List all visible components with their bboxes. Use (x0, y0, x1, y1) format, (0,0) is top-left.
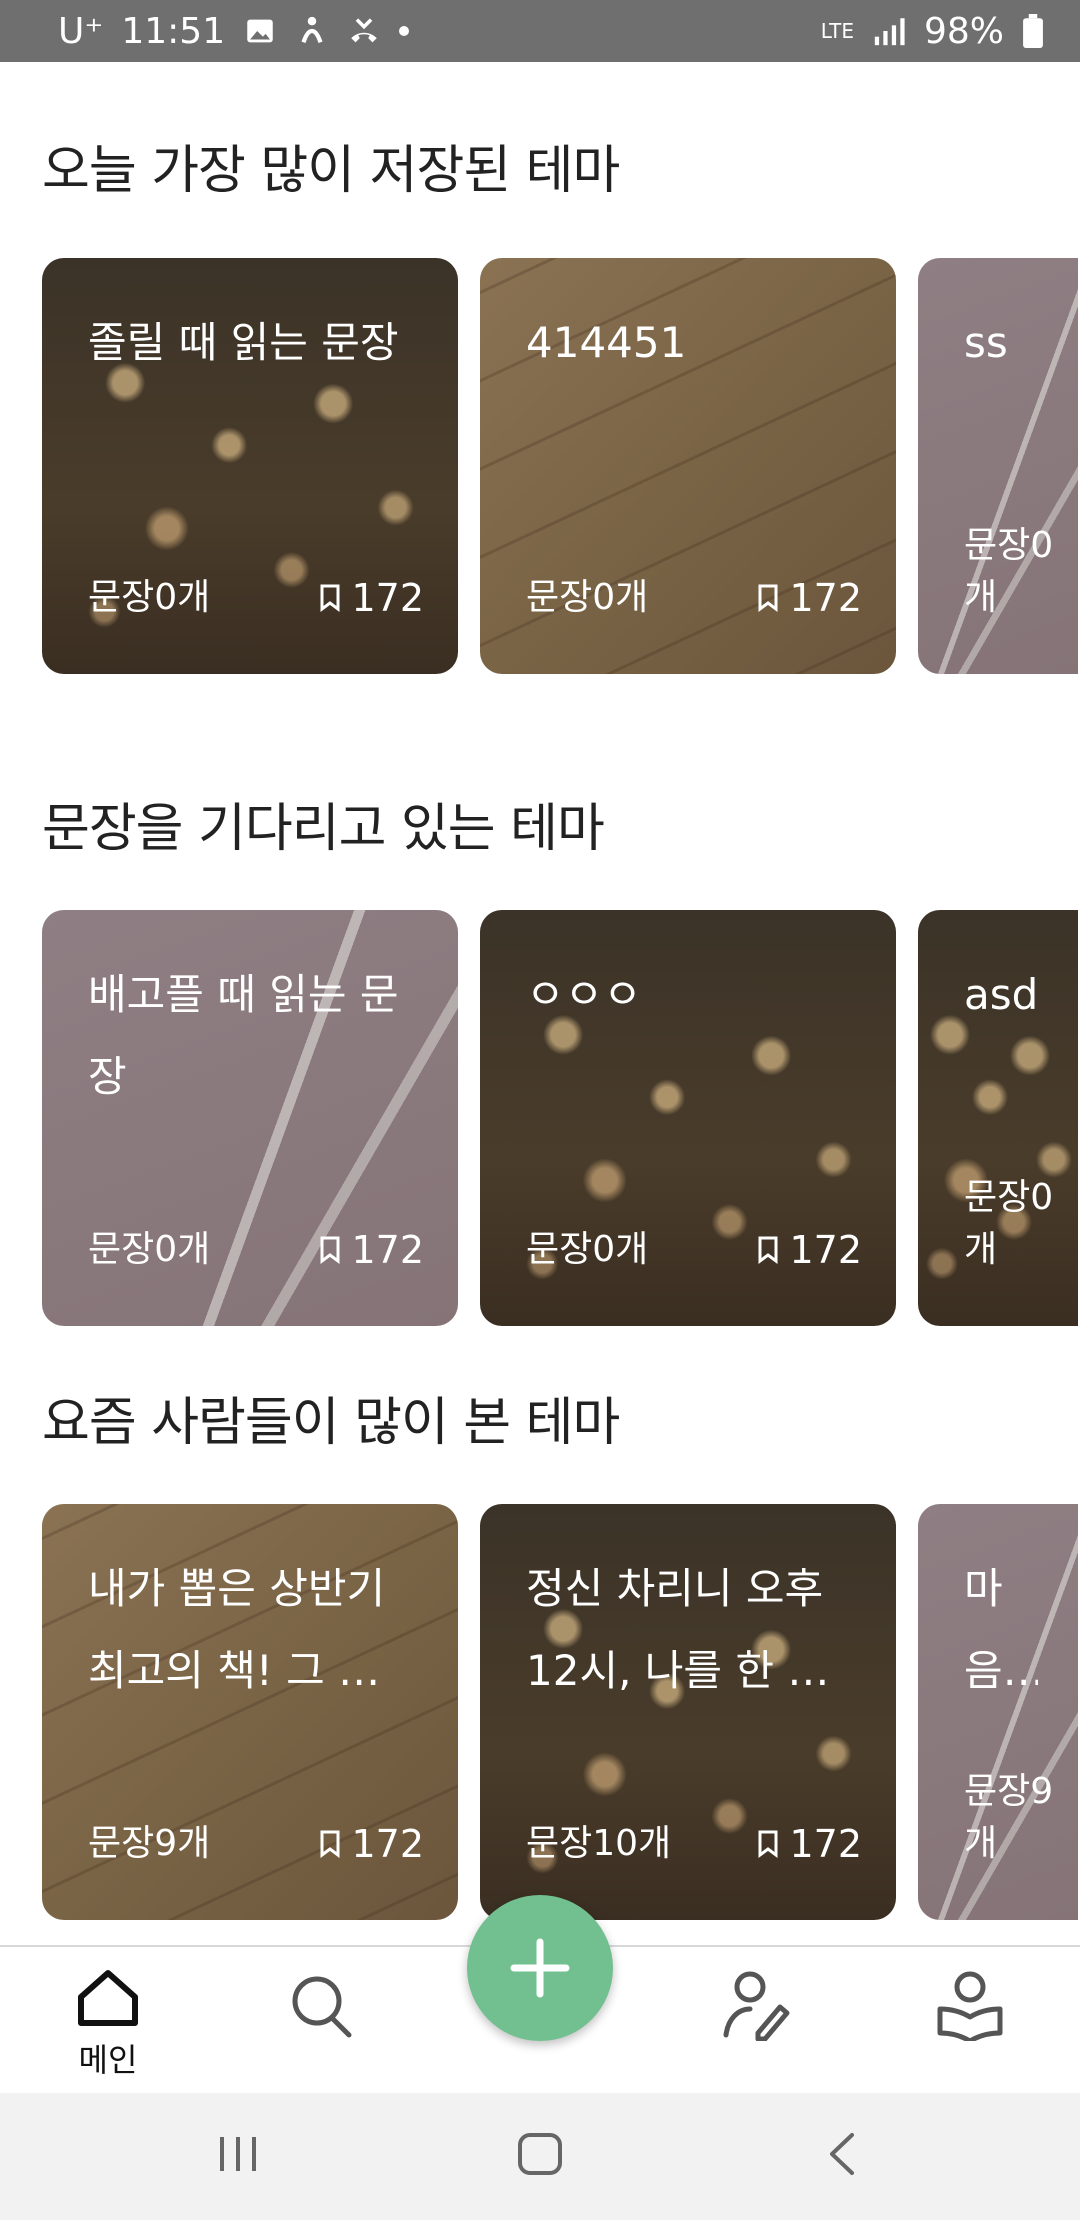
gallery-icon (247, 19, 273, 43)
theme-card[interactable]: 마음 속 막아줄 문장9개 (918, 1504, 1078, 1920)
card-title: 내가 뽑은 상반기 최고의 책! 그 책에 담긴 문장 (88, 1564, 416, 1695)
card-title: 정신 차리니 오후 12시, 나를 한 번에 깨우는 문장 (526, 1564, 827, 1695)
battery-level: 98% (923, 10, 1004, 52)
theme-card[interactable]: 배고플 때 읽는 문장 문장0개 172 (42, 910, 458, 1326)
back-icon (830, 2133, 854, 2175)
section-title-waiting: 문장을 기다리고 있는 테마 (42, 799, 605, 859)
carrier-label: U⁺ (58, 10, 104, 52)
card-sentence-count: 문장9개 (964, 1771, 1054, 1864)
recent-apps-icon (220, 2137, 256, 2171)
status-left: U⁺ 11:51 (58, 10, 410, 52)
card-sentence-count: 문장0개 (964, 1177, 1054, 1270)
card-sentence-count: 문장0개 (88, 577, 211, 618)
card-saves: 172 (757, 1822, 862, 1866)
card-sentence-count: 문장0개 (526, 1229, 649, 1270)
theme-card[interactable]: ㅇㅇㅇ 문장0개 172 (480, 910, 896, 1326)
plus-icon (510, 1938, 570, 1998)
card-saves: 172 (319, 1822, 424, 1866)
theme-card[interactable]: asd 문장0개 (918, 910, 1078, 1326)
missed-call-icon (351, 18, 377, 43)
card-save-count: 172 (351, 576, 424, 620)
card-saves: 172 (319, 576, 424, 620)
search-icon (292, 1976, 352, 2038)
nav-my-library[interactable] (910, 1967, 1030, 2045)
section-title-most-saved: 오늘 가장 많이 저장된 테마 (42, 141, 620, 201)
battery-icon (1023, 14, 1043, 48)
card-save-count: 172 (789, 1822, 862, 1866)
theme-row-most-saved: 졸릴 때 읽는 문장 문장0개 172 414451 문장0개 172 ss 문… (42, 258, 1078, 674)
card-save-count: 172 (789, 576, 862, 620)
card-title: 배고플 때 읽는 문장 (88, 970, 399, 1101)
home-square-icon (518, 2133, 562, 2175)
card-title: asd (964, 970, 1038, 1019)
system-nav-bar (0, 2093, 1080, 2220)
home-button[interactable] (516, 2131, 564, 2181)
status-bar: U⁺ 11:51 LTE 98% (0, 0, 1080, 62)
bookmark-icon (758, 584, 778, 612)
card-sentence-count: 문장0개 (526, 577, 649, 618)
theme-row-popular: 내가 뽑은 상반기 최고의 책! 그 책에 담긴 문장 문장9개 172 정신 … (42, 1504, 1078, 1920)
bookmark-icon (320, 1236, 340, 1264)
card-save-count: 172 (351, 1228, 424, 1272)
home-icon (78, 1970, 138, 2026)
bookmark-icon (758, 1830, 778, 1858)
back-button[interactable] (822, 2131, 862, 2181)
card-saves: 172 (757, 576, 862, 620)
theme-card[interactable]: 414451 문장0개 172 (480, 258, 896, 674)
card-sentence-count: 문장10개 (526, 1823, 672, 1864)
bookmark-icon (758, 1236, 778, 1264)
card-title: ㅇㅇㅇ (526, 970, 642, 1019)
bookmark-icon (320, 584, 340, 612)
status-time: 11:51 (121, 10, 226, 52)
section-title-popular: 요즘 사람들이 많이 본 테마 (42, 1393, 620, 1453)
user-book-icon (937, 1971, 1003, 2044)
nav-home-label: 메인 (78, 2041, 138, 2079)
status-right: LTE 98% (821, 11, 1044, 52)
user-pen-icon (723, 1971, 790, 2042)
notification-dot (399, 26, 410, 36)
theme-card[interactable]: ss 문장0개 (918, 258, 1078, 674)
theme-card[interactable]: 졸릴 때 읽는 문장 문장0개 172 (42, 258, 458, 674)
card-save-count: 172 (351, 1822, 424, 1866)
bookmark-icon (320, 1830, 340, 1858)
theme-card[interactable]: 정신 차리니 오후 12시, 나를 한 번에 깨우는 문장 문장10개 172 (480, 1504, 896, 1920)
card-save-count: 172 (789, 1228, 862, 1272)
card-saves: 172 (757, 1228, 862, 1272)
card-title: 졸릴 때 읽는 문장 (88, 318, 399, 367)
card-title: 마음 속 막아줄 (964, 1564, 1003, 1695)
add-button[interactable] (467, 1895, 613, 2041)
nav-my-writing[interactable] (696, 1967, 816, 2045)
nav-search[interactable] (262, 1967, 382, 2045)
card-saves: 172 (319, 1228, 424, 1272)
theme-row-waiting: 배고플 때 읽는 문장 문장0개 172 ㅇㅇㅇ 문장0개 172 asd 문장… (42, 910, 1078, 1326)
theme-card[interactable]: 내가 뽑은 상반기 최고의 책! 그 책에 담긴 문장 문장9개 172 (42, 1504, 458, 1920)
nav-home[interactable]: 메인 (48, 1967, 168, 2081)
card-title: ss (964, 318, 1008, 367)
accessibility-icon (301, 16, 323, 44)
card-title: 414451 (526, 318, 687, 367)
card-sentence-count: 문장0개 (964, 525, 1054, 618)
card-sentence-count: 문장0개 (88, 1229, 211, 1270)
signal-icon (874, 18, 905, 46)
recent-apps-button[interactable] (214, 2131, 262, 2181)
card-sentence-count: 문장9개 (88, 1823, 211, 1864)
network-type: LTE (820, 19, 854, 43)
